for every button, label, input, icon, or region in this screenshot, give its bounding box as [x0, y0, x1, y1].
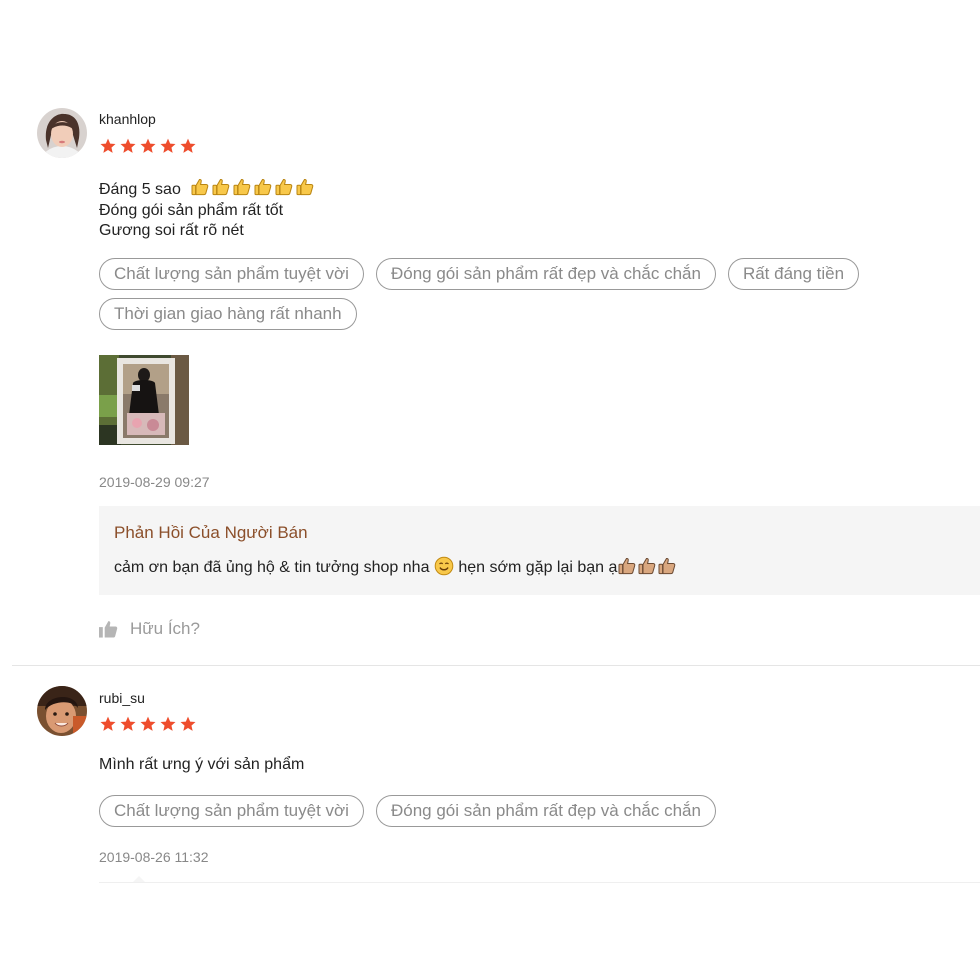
review-timestamp: 2019-08-29 09:27 [99, 474, 210, 490]
thumbs-up-icon [617, 556, 637, 576]
review-photo-thumbnail[interactable] [99, 355, 189, 445]
thumbs-up-icon [295, 177, 315, 197]
like-icon [99, 621, 118, 638]
seller-reply-text: cảm ơn bạn đã ủng hộ & tin tưởng shop nh… [114, 556, 677, 577]
star-rating [99, 715, 197, 733]
star-icon [99, 715, 117, 733]
comment-line: Đóng gói sản phẩm rất tốt [99, 201, 284, 219]
thumbs-up-icon [211, 177, 231, 197]
review-tag[interactable]: Rất đáng tiền [727, 258, 860, 290]
review-divider [12, 665, 980, 666]
comment-line: Đáng 5 sao [99, 177, 315, 201]
reviewer-username[interactable]: khanhlop [99, 111, 156, 127]
review-tags: Chất lượng sản phẩm tuyệt vời Đóng gói s… [99, 258, 919, 330]
review-tags: Chất lượng sản phẩm tuyệt vời Đóng gói s… [99, 795, 919, 827]
thumbs-up-emojis [185, 181, 315, 198]
star-icon [179, 137, 197, 155]
review-tag[interactable]: Chất lượng sản phẩm tuyệt vời [99, 258, 364, 290]
seller-reply: Phản Hồi Của Người Bán cảm ơn bạn đã ủng… [99, 506, 980, 595]
review-tag[interactable]: Thời gian giao hàng rất nhanh [99, 298, 357, 330]
star-icon [159, 715, 177, 733]
star-icon [119, 715, 137, 733]
thumbs-up-icon [232, 177, 252, 197]
comment-line: Gương soi rất rõ nét [99, 222, 244, 239]
thumbs-up-icon [190, 177, 210, 197]
star-icon [159, 137, 177, 155]
review-tag[interactable]: Đóng gói sản phẩm rất đẹp và chắc chắn [375, 795, 716, 827]
avatar[interactable] [37, 686, 87, 736]
reviewer-username[interactable]: rubi_su [99, 690, 145, 706]
review-timestamp: 2019-08-26 11:32 [99, 849, 209, 865]
review-comment: Mình rất ưng ý với sản phẩm [99, 755, 304, 776]
comment-line: Mình rất ưng ý với sản phẩm [99, 756, 305, 773]
star-icon [139, 137, 157, 155]
thumbs-up-icon [657, 556, 677, 576]
avatar-image [37, 108, 87, 158]
helpful-label: Hữu Ích? [130, 619, 200, 638]
mirror-photo [99, 355, 189, 445]
seller-reply-title: Phản Hồi Của Người Bán [114, 523, 308, 542]
thumbs-up-icon [274, 177, 294, 197]
avatar-image [37, 686, 87, 736]
review-tag[interactable]: Chất lượng sản phẩm tuyệt vời [99, 795, 364, 827]
avatar[interactable] [37, 108, 87, 158]
seller-reply-stub [99, 876, 980, 883]
review-tag[interactable]: Đóng gói sản phẩm rất đẹp và chắc chắn [375, 258, 716, 290]
review-comment: Đáng 5 sao Đóng gói sản phẩm rất tốt Gươ… [99, 177, 315, 242]
thumbs-up-icon [253, 177, 273, 197]
star-icon [139, 715, 157, 733]
thumbs-up-icon [637, 556, 657, 576]
star-icon [119, 137, 137, 155]
smile-emoji-icon [434, 556, 454, 576]
star-rating [99, 137, 197, 155]
helpful-button[interactable]: Hữu Ích? [99, 619, 200, 639]
star-icon [99, 137, 117, 155]
star-icon [179, 715, 197, 733]
